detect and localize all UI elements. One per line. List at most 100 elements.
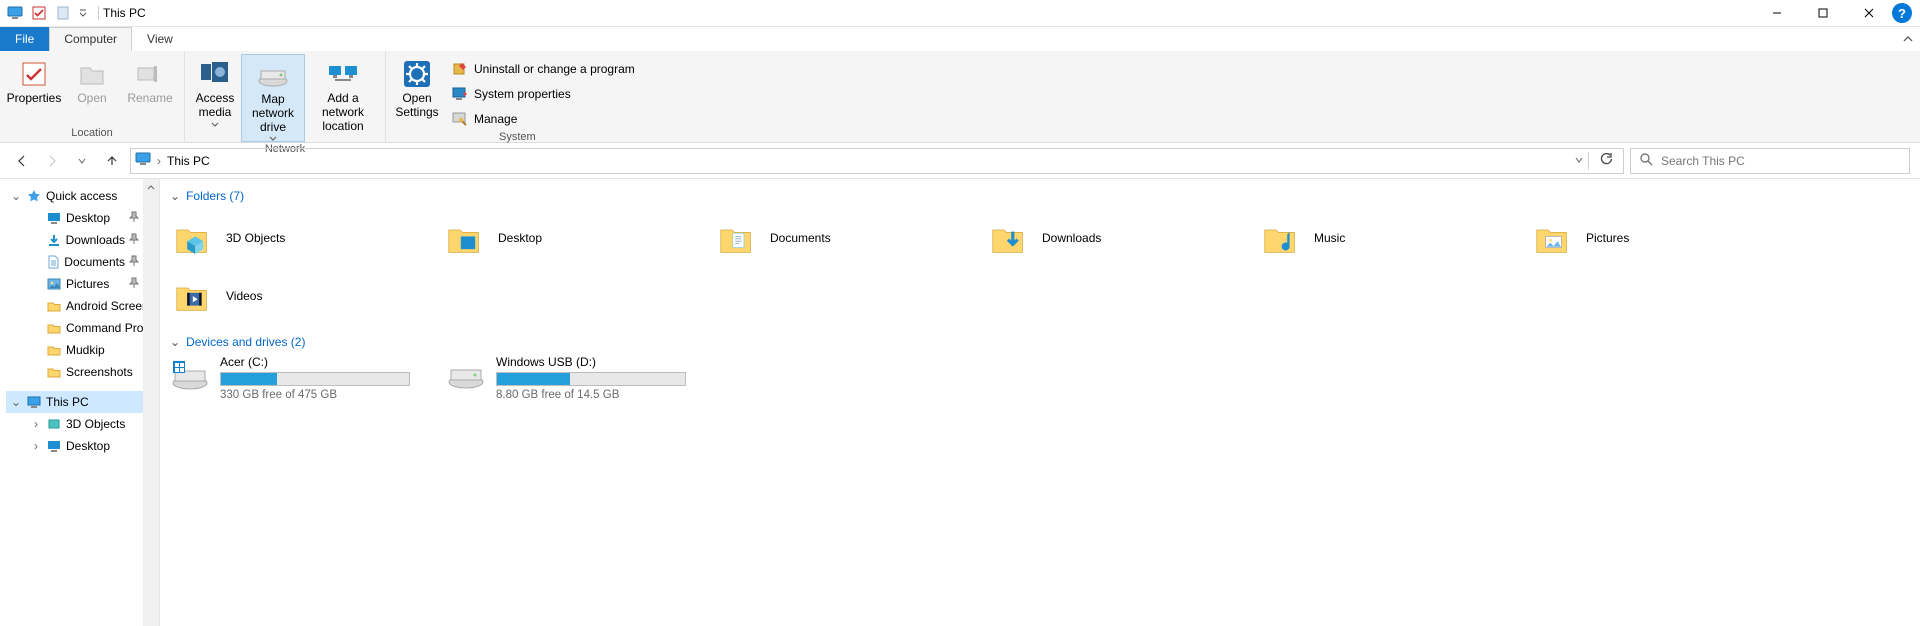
open-button: Open <box>64 54 120 126</box>
pin-icon <box>129 277 139 292</box>
folder-item[interactable]: 3D Objects <box>170 209 406 267</box>
breadcrumb-thispc[interactable]: This PC <box>167 154 210 168</box>
nav-item-icon <box>45 254 60 270</box>
nav-qa-item[interactable]: Desktop <box>26 207 159 229</box>
nav-item-label: Mudkip <box>66 343 105 357</box>
chevron-right-icon[interactable]: › <box>157 154 161 168</box>
section-drives-header[interactable]: ⌄ Devices and drives (2) <box>170 335 1910 349</box>
scroll-up-icon[interactable] <box>143 179 159 195</box>
ribbon-collapse-button[interactable] <box>1896 27 1920 51</box>
media-icon <box>199 58 231 90</box>
nav-item-label: Command Prom <box>66 321 153 335</box>
qat-dropdown-icon[interactable] <box>78 4 88 22</box>
chevron-down-icon <box>211 122 219 127</box>
chevron-down-icon <box>269 136 277 141</box>
address-dropdown-button[interactable] <box>1574 154 1584 168</box>
nav-item-icon <box>46 416 62 432</box>
up-button[interactable] <box>100 149 124 173</box>
system-properties-button[interactable]: System properties <box>448 83 639 105</box>
refresh-button[interactable] <box>1593 152 1619 169</box>
tab-file[interactable]: File <box>0 27 49 51</box>
body: ⌄ Quick access DesktopDownloadsDocuments… <box>0 179 1920 626</box>
section-folders-header[interactable]: ⌄ Folders (7) <box>170 189 1910 203</box>
open-icon <box>76 58 108 90</box>
help-button[interactable]: ? <box>1892 3 1912 23</box>
rename-button: Rename <box>122 54 178 126</box>
map-drive-label: Map network drive <box>242 93 304 134</box>
collapse-icon[interactable]: ⌄ <box>10 395 22 409</box>
thispc-icon <box>26 394 42 410</box>
nav-item-label: Documents <box>64 255 125 269</box>
search-box[interactable] <box>1630 148 1910 174</box>
access-media-button[interactable]: Access media <box>191 54 239 142</box>
folder-label: Videos <box>226 289 262 303</box>
nav-pc-item[interactable]: › 3D Objects <box>26 413 159 435</box>
properties-button[interactable]: Properties <box>6 54 62 126</box>
qat-placeholder-icon <box>54 4 72 22</box>
back-button[interactable] <box>10 149 34 173</box>
window-title: This PC <box>103 6 146 20</box>
folder-icon <box>986 216 1030 260</box>
rename-icon <box>134 58 166 90</box>
drive-icon <box>446 355 486 395</box>
drive-item[interactable]: Windows USB (D:)8.80 GB free of 14.5 GB <box>446 355 686 401</box>
access-media-label: Access media <box>191 92 239 120</box>
content-pane: ⌄ Folders (7) 3D Objects Desktop Documents… <box>160 179 1920 626</box>
folder-icon <box>170 274 214 318</box>
navigation-row: › This PC <box>0 143 1920 179</box>
drive-label: Acer (C:) <box>220 355 410 369</box>
folder-item[interactable]: Desktop <box>442 209 678 267</box>
group-label-system: System <box>499 130 536 146</box>
section-drives-label: Devices and drives (2) <box>186 335 305 349</box>
nav-qa-item[interactable]: Documents <box>26 251 159 273</box>
nav-qa-item[interactable]: Android Screens <box>26 295 159 317</box>
search-input[interactable] <box>1661 154 1901 168</box>
nav-scrollbar[interactable] <box>143 179 159 626</box>
nav-item-icon <box>46 210 62 226</box>
nav-qa-item[interactable]: Pictures <box>26 273 159 295</box>
nav-item-label: Pictures <box>66 277 109 291</box>
maximize-button[interactable] <box>1800 0 1846 27</box>
address-bar[interactable]: › This PC <box>130 148 1624 174</box>
open-settings-button[interactable]: Open Settings <box>392 54 442 130</box>
map-network-drive-button[interactable]: Map network drive <box>241 54 305 142</box>
folder-icon <box>714 216 758 260</box>
folder-item[interactable]: Pictures <box>1530 209 1766 267</box>
close-button[interactable] <box>1846 0 1892 27</box>
folder-item[interactable]: Downloads <box>986 209 1222 267</box>
minimize-button[interactable] <box>1754 0 1800 27</box>
nav-quick-access[interactable]: ⌄ Quick access <box>6 185 159 207</box>
collapse-icon[interactable]: ⌄ <box>10 189 22 203</box>
add-location-label: Add a network location <box>307 92 379 133</box>
settings-icon <box>401 58 433 90</box>
nav-this-pc[interactable]: ⌄ This PC <box>6 391 159 413</box>
drive-item[interactable]: Acer (C:)330 GB free of 475 GB <box>170 355 410 401</box>
tab-view[interactable]: View <box>132 27 188 51</box>
folder-label: Desktop <box>498 231 542 245</box>
folder-item[interactable]: Music <box>1258 209 1494 267</box>
nav-pc-item[interactable]: ›Desktop <box>26 435 159 457</box>
nav-item-label: 3D Objects <box>66 417 125 431</box>
add-network-location-button[interactable]: Add a network location <box>307 54 379 142</box>
navigation-pane: ⌄ Quick access DesktopDownloads Documents… <box>0 179 160 626</box>
nav-qa-item[interactable]: Command Prom <box>26 317 159 339</box>
nav-item-label: Android Screens <box>66 299 155 313</box>
properties-label: Properties <box>7 92 62 106</box>
nav-qa-item[interactable]: Screenshots <box>26 361 159 383</box>
nav-qa-item[interactable]: Downloads <box>26 229 159 251</box>
recent-locations-button[interactable] <box>70 149 94 173</box>
tab-computer[interactable]: Computer <box>49 27 132 51</box>
drive-icon <box>170 355 210 395</box>
uninstall-program-button[interactable]: Uninstall or change a program <box>448 58 639 80</box>
pin-icon <box>129 233 139 248</box>
properties-qat-icon[interactable] <box>30 4 48 22</box>
folder-item[interactable]: Documents <box>714 209 950 267</box>
drive-usage-bar <box>496 372 686 386</box>
nav-qa-item[interactable]: Mudkip <box>26 339 159 361</box>
folder-item[interactable]: Videos <box>170 267 406 325</box>
expand-icon[interactable]: › <box>30 439 42 453</box>
breadcrumb-label: This PC <box>167 154 210 168</box>
manage-button[interactable]: Manage <box>448 108 639 130</box>
drive-free-text: 8.80 GB free of 14.5 GB <box>496 389 686 401</box>
expand-icon[interactable]: › <box>30 417 42 431</box>
